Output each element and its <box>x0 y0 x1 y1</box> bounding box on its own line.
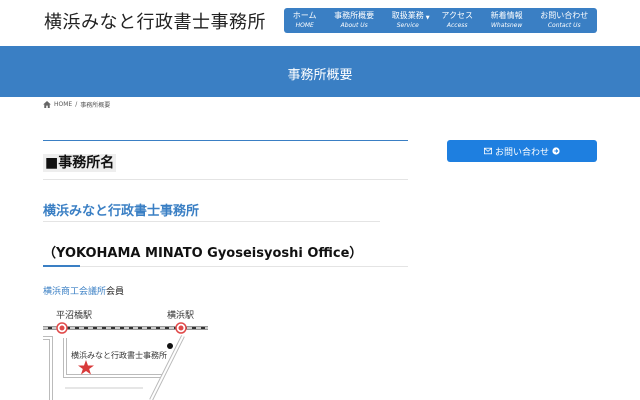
access-map: 平沼橋駅 横浜駅 横浜みなと行政書士事務所 <box>43 306 208 400</box>
nav-item-sublabel: About Us <box>340 22 368 29</box>
breadcrumb-separator: / <box>75 101 78 108</box>
nav-item-label: アクセス <box>441 11 473 20</box>
nav-item-label: 新着情報 <box>490 11 523 20</box>
station-hiranumabashi-icon <box>56 322 68 334</box>
chamber-link[interactable]: 横浜商工会議所 <box>43 287 106 297</box>
nav-item-home[interactable]: ホーム HOME <box>284 8 325 33</box>
station-label-left: 平沼橋駅 <box>56 309 92 321</box>
nav-item-service[interactable]: 取扱業務 Service ▼ <box>383 8 433 33</box>
nav-item-label: ホーム <box>292 11 317 20</box>
nav-item-sublabel: HOME <box>295 22 314 29</box>
breadcrumb-home-link[interactable]: HOME <box>54 101 72 108</box>
section-divider <box>43 179 408 180</box>
station-label-right: 横浜駅 <box>167 309 194 321</box>
office-name-divider <box>43 221 380 222</box>
nav-item-sublabel: Service <box>396 22 419 29</box>
page-title: 事務所概要 <box>287 68 353 83</box>
breadcrumb-current: 事務所概要 <box>80 102 111 109</box>
nav-item-sublabel: Whatsnew <box>490 22 523 29</box>
section-heading-text: ■事務所名 <box>43 154 117 172</box>
site-title[interactable]: 横浜みなと行政書士事務所 <box>44 8 266 34</box>
nav-item-label: 事務所概要 <box>334 11 375 20</box>
membership-line: 横浜商工会議所会員 <box>43 284 124 297</box>
office-en-accent <box>43 265 80 267</box>
membership-suffix: 会員 <box>106 287 125 297</box>
nav-item-whatsnew[interactable]: 新着情報 Whatsnew <box>482 8 532 33</box>
section-heading: ■事務所名 <box>43 152 117 172</box>
nav-item-contact[interactable]: お問い合わせ Contact Us <box>531 8 597 33</box>
office-name: 横浜みなと行政書士事務所 <box>43 204 200 219</box>
arrow-circle-right-icon <box>552 147 560 155</box>
office-en-divider <box>43 266 408 267</box>
contact-button[interactable]: お問い合わせ <box>447 140 597 162</box>
home-icon <box>43 101 51 108</box>
breadcrumb: HOME / 事務所概要 <box>43 100 110 109</box>
contact-button-label: お問い合わせ <box>494 147 549 158</box>
nav-item-sublabel: Contact Us <box>547 22 581 29</box>
map-office-label: 横浜みなと行政書士事務所 <box>71 350 167 360</box>
landmark-dot-icon <box>167 343 173 349</box>
nav-item-label: お問い合わせ <box>540 11 589 20</box>
site-header: 横浜みなと行政書士事務所 ホーム HOME 事務所概要 About Us 取扱業… <box>0 0 640 46</box>
envelope-icon <box>483 147 492 155</box>
nav-item-about[interactable]: 事務所概要 About Us <box>325 8 383 33</box>
nav-item-sublabel: Access <box>446 22 468 29</box>
caret-down-icon: ▼ <box>425 15 430 21</box>
global-nav: ホーム HOME 事務所概要 About Us 取扱業務 Service ▼ ア… <box>284 8 597 33</box>
office-name-en: （YOKOHAMA MINATO Gyoseisyoshi Office） <box>43 246 363 261</box>
content-top-rule <box>43 140 408 141</box>
nav-item-access[interactable]: アクセス Access <box>433 8 482 33</box>
station-yokohama-icon <box>175 322 187 334</box>
page-banner: 事務所概要 <box>0 46 640 97</box>
